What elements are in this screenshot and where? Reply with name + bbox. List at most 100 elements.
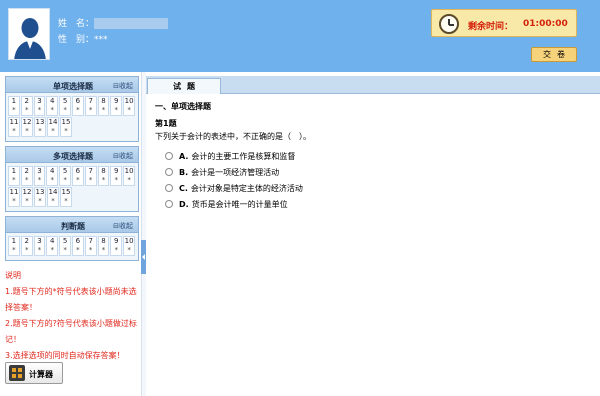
question-number-row: 1 * 2 * 3 * 4 * 5 * 6 * 7 * 8 * 9 * 10 * [8, 96, 136, 116]
question-number-cell[interactable]: 9 * [110, 236, 123, 256]
question-number-grid: 1 * 2 * 3 * 4 * 5 * 6 * 7 * 8 * 9 * 10 * 11 * 12 * 13 * 14 * 15 * [6, 93, 138, 141]
question-number-cell[interactable]: 2 * [20, 236, 33, 256]
question-number: 3 [37, 237, 42, 245]
question-number: 9 [114, 237, 119, 245]
option-text: 会计的主要工作是核算和监督 [191, 151, 296, 161]
question-area: 试题 一、单项选择题 第1题 下列关于会计的表述中，不正确的是（ ）。 A. 会… [146, 76, 600, 396]
question-number-cell[interactable]: 8 * [97, 166, 110, 186]
question-number-cell[interactable]: 7 * [84, 236, 97, 256]
option-text: 货币是会计唯一的计量单位 [191, 199, 288, 209]
question-number-cell[interactable]: 11 * [8, 117, 20, 137]
gender-row: 性 别：*** [58, 32, 168, 48]
option-a[interactable]: A. 会计的主要工作是核算和监督 [155, 148, 600, 164]
question-number-row: 1 * 2 * 3 * 4 * 5 * 6 * 7 * 8 * 9 * 10 * [8, 236, 136, 256]
question-number: 4 [50, 237, 55, 245]
collapse-button[interactable]: ⊟收起 [113, 81, 133, 91]
question-number-cell[interactable]: 13 * [34, 117, 46, 137]
question-number-cell[interactable]: 6 * [71, 166, 84, 186]
question-number-cell[interactable]: 15 * [60, 187, 72, 207]
question-number-cell[interactable]: 10 * [123, 96, 135, 116]
calculator-button[interactable]: 计算器 [5, 362, 63, 384]
calculator-icon [9, 365, 25, 381]
question-number: 10 [124, 167, 134, 175]
option-c[interactable]: C. 会计对象是特定主体的经济活动 [155, 180, 600, 196]
clock-icon [439, 14, 459, 34]
user-silhouette-icon [9, 9, 49, 59]
question-number-cell[interactable]: 6 * [71, 96, 84, 116]
unanswered-mark: * [76, 176, 80, 184]
unanswered-mark: * [88, 106, 93, 114]
collapse-button[interactable]: ⊟收起 [113, 151, 133, 161]
question-number: 13 [35, 118, 45, 126]
question-number-cell[interactable]: 12 * [21, 117, 33, 137]
timer-label: 剩余时间： [468, 22, 514, 32]
question-number-cell[interactable]: 5 * [59, 96, 71, 116]
tab-bar: 试题 [146, 76, 600, 94]
option-d[interactable]: D. 货币是会计唯一的计量单位 [155, 196, 600, 212]
question-number-cell[interactable]: 8 * [97, 96, 110, 116]
question-number-cell[interactable]: 3 * [33, 236, 46, 256]
unanswered-mark: * [24, 246, 29, 254]
question-number: 4 [50, 167, 55, 175]
exam-header: 姓 名： 性 别：*** 剩余时间： 01:00:00 交卷 [0, 0, 600, 72]
option-letter: C. [179, 183, 188, 193]
unanswered-mark: * [88, 176, 93, 184]
question-number-cell[interactable]: 3 * [33, 166, 46, 186]
question-number-cell[interactable]: 14 * [47, 187, 59, 207]
question-number-cell[interactable]: 2 * [20, 96, 33, 116]
question-number-cell[interactable]: 3 * [33, 96, 46, 116]
question-number-cell[interactable]: 14 * [47, 117, 59, 137]
radio-button[interactable] [165, 200, 173, 208]
option-letter: B. [179, 167, 189, 177]
question-number-cell[interactable]: 15 * [60, 117, 72, 137]
unanswered-mark: * [64, 197, 68, 205]
question-number: 10 [124, 97, 134, 105]
radio-button[interactable] [165, 168, 173, 176]
question-number: 15 [61, 188, 71, 196]
question-number-cell[interactable]: 4 * [46, 166, 59, 186]
question-number-cell[interactable]: 9 * [110, 96, 123, 116]
question-number-cell[interactable]: 12 * [21, 187, 33, 207]
question-number: 5 [62, 167, 68, 175]
unanswered-mark: * [63, 106, 67, 114]
question-number-cell[interactable]: 6 * [71, 236, 84, 256]
question-number-cell[interactable]: 5 * [59, 166, 71, 186]
question-number-cell[interactable]: 7 * [84, 166, 97, 186]
question-number-row: 11 * 12 * 13 * 14 * 15 * [8, 117, 136, 137]
option-letter: D. [179, 199, 189, 209]
question-number-cell[interactable]: 1 * [8, 96, 20, 116]
question-number: 2 [24, 167, 29, 175]
question-number: 第1题 [155, 119, 177, 128]
question-number: 5 [62, 237, 68, 245]
question-number-cell[interactable]: 2 * [20, 166, 33, 186]
tab-questions[interactable]: 试题 [147, 78, 221, 94]
single-choice-panel: 单项选择题 ⊟收起 1 * 2 * 3 * 4 * 5 * 6 * 7 * 8 * 9 * 10 * 11 * 12 * 13 *… [5, 76, 139, 142]
unanswered-mark: * [37, 106, 42, 114]
question-number: 1 [11, 167, 17, 175]
question-number-cell[interactable]: 4 * [46, 236, 59, 256]
unanswered-mark: * [127, 246, 131, 254]
submit-exam-button[interactable]: 交卷 [531, 47, 577, 62]
unanswered-mark: * [38, 127, 42, 135]
question-number-cell[interactable]: 9 * [110, 166, 123, 186]
question-number-cell[interactable]: 4 * [46, 96, 59, 116]
question-number-cell[interactable]: 11 * [8, 187, 20, 207]
question-number-cell[interactable]: 1 * [8, 166, 20, 186]
question-number-cell[interactable]: 13 * [34, 187, 46, 207]
option-text: 会计是一项经济管理活动 [191, 167, 280, 177]
question-number: 5 [62, 97, 68, 105]
option-b[interactable]: B. 会计是一项经济管理活动 [155, 164, 600, 180]
question-number-cell[interactable]: 7 * [84, 96, 97, 116]
question-number-cell[interactable]: 1 * [8, 236, 20, 256]
question-number-cell[interactable]: 8 * [97, 236, 110, 256]
radio-button[interactable] [165, 184, 173, 192]
collapse-button[interactable]: ⊟收起 [113, 221, 133, 231]
question-number-cell[interactable]: 10 * [123, 236, 135, 256]
unanswered-mark: * [51, 127, 55, 135]
question-number-cell[interactable]: 10 * [123, 166, 135, 186]
question-number: 1 [11, 97, 17, 105]
unanswered-mark: * [12, 246, 16, 254]
question-number-cell[interactable]: 5 * [59, 236, 71, 256]
unanswered-mark: * [101, 106, 106, 114]
radio-button[interactable] [165, 152, 173, 160]
